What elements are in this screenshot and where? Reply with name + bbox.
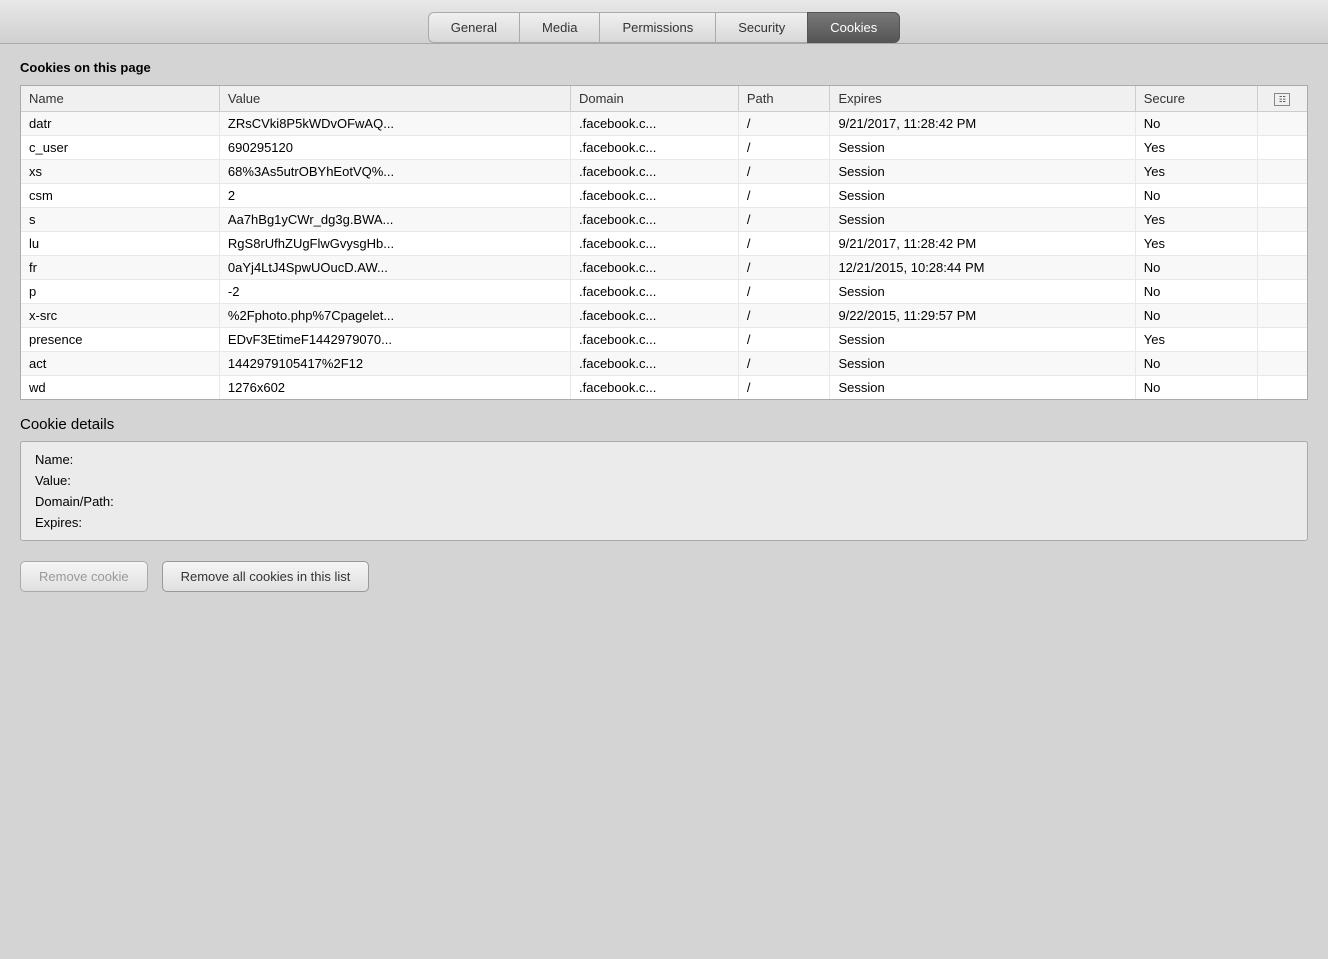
table-row[interactable]: xs68%3As5utrOBYhEotVQ%....facebook.c.../… bbox=[21, 160, 1307, 184]
table-row[interactable]: fr0aYj4LtJ4SpwUOucD.AW....facebook.c.../… bbox=[21, 256, 1307, 280]
table-row[interactable]: act1442979105417%2F12.facebook.c.../Sess… bbox=[21, 352, 1307, 376]
col-header-icon: ☷ bbox=[1257, 86, 1307, 112]
cookie-details-box: Name: Value: Domain/Path: Expires: bbox=[20, 441, 1308, 541]
main-content: Cookies on this page Name Value Domain P… bbox=[0, 44, 1328, 608]
table-row[interactable]: c_user690295120.facebook.c.../SessionYes bbox=[21, 136, 1307, 160]
tab-security[interactable]: Security bbox=[715, 12, 807, 43]
detail-domainpath-row: Domain/Path: bbox=[35, 494, 1293, 509]
table-row[interactable]: luRgS8rUfhZUgFlwGvysgHb....facebook.c...… bbox=[21, 232, 1307, 256]
tab-cookies[interactable]: Cookies bbox=[807, 12, 900, 43]
button-row: Remove cookie Remove all cookies in this… bbox=[20, 557, 1308, 592]
cookies-section-title: Cookies on this page bbox=[20, 60, 1308, 75]
table-row[interactable]: p-2.facebook.c.../SessionNo bbox=[21, 280, 1307, 304]
table-row[interactable]: presenceEDvF3EtimeF1442979070....faceboo… bbox=[21, 328, 1307, 352]
cookie-details-title: Cookie details bbox=[20, 416, 1308, 433]
detail-expires-label: Expires: bbox=[35, 515, 82, 530]
col-header-name: Name bbox=[21, 86, 219, 112]
table-row[interactable]: datrZRsCVki8P5kWDvOFwAQ....facebook.c...… bbox=[21, 112, 1307, 136]
detail-expires-row: Expires: bbox=[35, 515, 1293, 530]
col-header-expires: Expires bbox=[830, 86, 1135, 112]
remove-cookie-button[interactable]: Remove cookie bbox=[20, 561, 148, 592]
col-header-path: Path bbox=[738, 86, 830, 112]
tab-media[interactable]: Media bbox=[519, 12, 599, 43]
col-header-domain: Domain bbox=[570, 86, 738, 112]
col-header-value: Value bbox=[219, 86, 570, 112]
detail-domainpath-label: Domain/Path: bbox=[35, 494, 114, 509]
table-row[interactable]: x-src%2Fphoto.php%7Cpagelet....facebook.… bbox=[21, 304, 1307, 328]
detail-value-row: Value: bbox=[35, 473, 1293, 488]
cookie-table: Name Value Domain Path Expires Secure ☷ … bbox=[21, 86, 1307, 399]
table-icon: ☷ bbox=[1274, 93, 1290, 106]
table-row[interactable]: wd1276x602.facebook.c.../SessionNo bbox=[21, 376, 1307, 400]
detail-value-label: Value: bbox=[35, 473, 71, 488]
tab-general[interactable]: General bbox=[428, 12, 519, 43]
cookie-table-wrapper: Name Value Domain Path Expires Secure ☷ … bbox=[20, 85, 1308, 400]
table-header-row: Name Value Domain Path Expires Secure ☷ bbox=[21, 86, 1307, 112]
tab-bar: General Media Permissions Security Cooki… bbox=[0, 0, 1328, 44]
remove-all-cookies-button[interactable]: Remove all cookies in this list bbox=[162, 561, 370, 592]
detail-name-row: Name: bbox=[35, 452, 1293, 467]
tab-permissions[interactable]: Permissions bbox=[599, 12, 715, 43]
table-row[interactable]: sAa7hBg1yCWr_dg3g.BWA....facebook.c.../S… bbox=[21, 208, 1307, 232]
cookie-details-section: Cookie details Name: Value: Domain/Path:… bbox=[20, 416, 1308, 541]
table-row[interactable]: csm2.facebook.c.../SessionNo bbox=[21, 184, 1307, 208]
detail-name-label: Name: bbox=[35, 452, 73, 467]
col-header-secure: Secure bbox=[1135, 86, 1257, 112]
